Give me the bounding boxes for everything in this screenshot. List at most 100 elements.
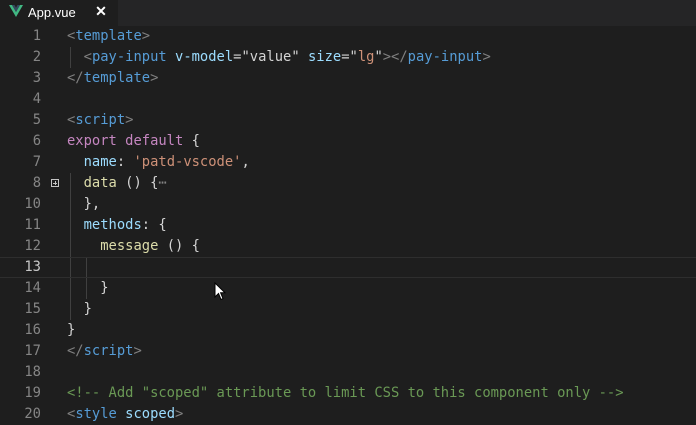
code-line[interactable]: 19 <!-- Add "scoped" attribute to limit C…: [0, 383, 696, 404]
code-line[interactable]: 10 },: [0, 194, 696, 215]
code-token: ,: [241, 154, 250, 170]
code-token: template: [75, 28, 142, 44]
code-token: data: [83, 175, 117, 191]
code-token: : {: [141, 217, 167, 233]
code-token: style: [75, 406, 117, 422]
code-text: </script>: [67, 341, 142, 362]
line-number: 7: [32, 154, 41, 170]
line-number: 6: [32, 133, 41, 149]
code-token: ></: [382, 49, 408, 65]
code-text: }: [67, 299, 92, 320]
code-text: data () {⋯: [67, 173, 167, 194]
code-line[interactable]: 2 <pay-input v-model="value" size="lg"><…: [0, 47, 696, 68]
code-token: pay-input: [91, 49, 167, 65]
line-number: 19: [24, 385, 41, 401]
line-number: 4: [32, 91, 41, 107]
code-token: >: [482, 49, 491, 65]
code-token: }: [67, 280, 109, 296]
code-line[interactable]: 13: [0, 257, 696, 278]
code-text: <pay-input v-model="value" size="lg"></p…: [67, 47, 491, 68]
code-token: script: [75, 112, 126, 128]
code-token: 'patd-vscode': [133, 154, 242, 170]
line-number: 12: [24, 238, 41, 254]
line-number: 17: [24, 343, 41, 359]
line-number: 10: [24, 196, 41, 212]
code-token: scoped: [125, 406, 176, 422]
line-number: 14: [24, 280, 41, 296]
code-token: <!-- Add "scoped" attribute to limit CSS…: [67, 385, 624, 401]
code-text: <template>: [67, 26, 150, 47]
fold-expand-icon[interactable]: [51, 179, 59, 187]
code-token: :: [116, 154, 134, 170]
code-token: methods: [83, 217, 142, 233]
line-number: 11: [24, 217, 41, 233]
code-line[interactable]: 12 message () {: [0, 236, 696, 257]
tab-bar: App.vue ✕: [0, 0, 696, 26]
code-text: methods: {: [67, 215, 167, 236]
code-token: >: [125, 112, 134, 128]
code-line[interactable]: 3 </template>: [0, 68, 696, 89]
code-line[interactable]: 7 name: 'patd-vscode',: [0, 152, 696, 173]
line-number: 2: [32, 49, 41, 65]
code-token: }: [67, 322, 76, 338]
code-token: ": [374, 49, 383, 65]
code-token: >: [150, 70, 159, 86]
code-token: </: [67, 343, 84, 359]
code-text: },: [67, 194, 101, 215]
code-token: size: [307, 49, 342, 65]
code-line[interactable]: 4: [0, 89, 696, 110]
code-line[interactable]: 1 <template>: [0, 26, 696, 47]
line-number: 20: [24, 406, 41, 422]
code-line[interactable]: 20 <style scoped>: [0, 404, 696, 425]
code-token: pay-input: [407, 49, 483, 65]
code-token: "value": [241, 49, 300, 65]
code-token: ⋯: [158, 175, 167, 191]
line-number: 16: [24, 322, 41, 338]
code-line[interactable]: 6 export default {: [0, 131, 696, 152]
code-token: {: [183, 133, 200, 149]
code-token: <: [83, 49, 92, 65]
line-number: 1: [32, 28, 41, 44]
code-token: () {: [158, 238, 200, 254]
code-line[interactable]: 17 </script>: [0, 341, 696, 362]
line-number: 3: [32, 70, 41, 86]
code-token: template: [83, 70, 151, 86]
code-text: <script>: [67, 110, 133, 131]
code-text: <style scoped>: [67, 404, 183, 425]
mouse-pointer-icon: [214, 282, 226, 301]
code-line[interactable]: 14 }: [0, 278, 696, 299]
code-token: message: [100, 238, 159, 254]
code-token: }: [67, 301, 92, 317]
code-text: <!-- Add "scoped" attribute to limit CSS…: [67, 383, 624, 404]
code-editor[interactable]: 1 <template> 2 <pay-input v-model="value" …: [0, 26, 696, 425]
line-number: 18: [24, 364, 41, 380]
vue-logo-icon: [9, 5, 23, 17]
code-text: message () {: [67, 236, 200, 257]
code-line[interactable]: 18: [0, 362, 696, 383]
close-icon[interactable]: ✕: [94, 3, 108, 19]
code-line[interactable]: 8 data () {⋯: [0, 173, 696, 194]
code-line[interactable]: 16}: [0, 320, 696, 341]
code-line[interactable]: 11 methods: {: [0, 215, 696, 236]
line-number: 8: [32, 175, 41, 191]
line-number: 5: [32, 112, 41, 128]
code-text: </template>: [67, 68, 158, 89]
code-token: script: [83, 343, 134, 359]
code-token: >: [133, 343, 142, 359]
code-line[interactable]: 5 <script>: [0, 110, 696, 131]
code-line[interactable]: 15 }: [0, 299, 696, 320]
code-text: }: [67, 320, 75, 341]
code-token: () {: [116, 175, 159, 191]
code-token: </: [67, 70, 84, 86]
code-text: }: [67, 278, 109, 299]
code-token: ": [349, 49, 358, 65]
tab-app-vue[interactable]: App.vue ✕: [0, 0, 118, 26]
